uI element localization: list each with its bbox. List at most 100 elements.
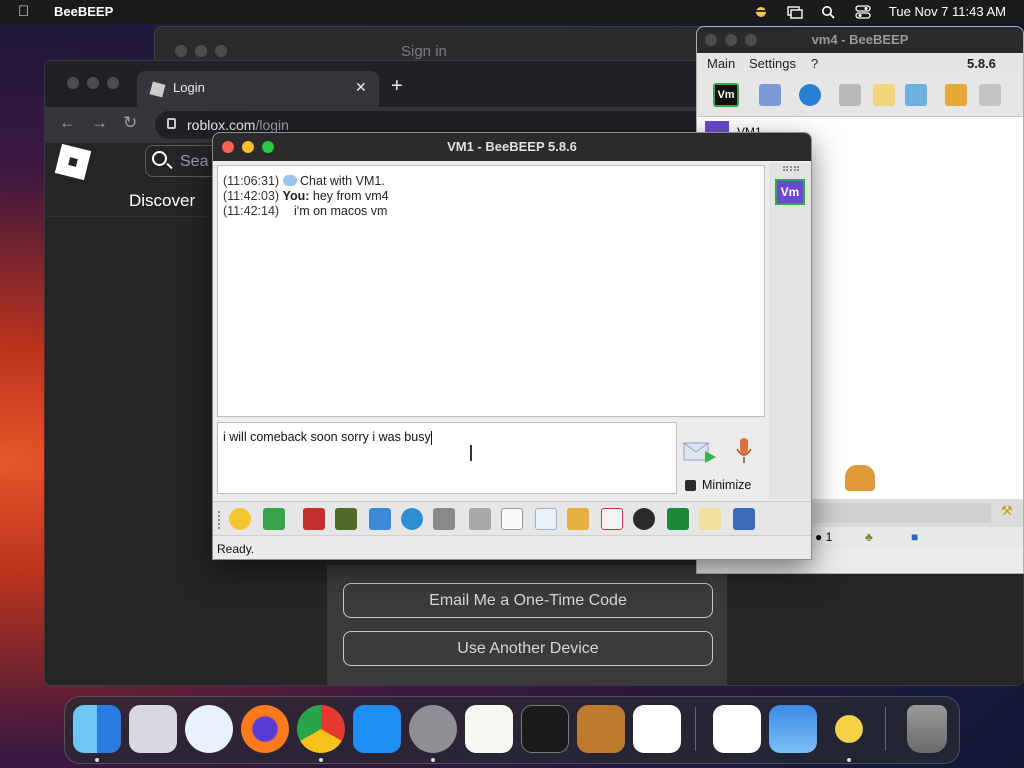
close-icon[interactable] bbox=[67, 77, 79, 89]
users-group-icon bbox=[845, 465, 875, 491]
member-avatar[interactable]: Vm bbox=[775, 179, 805, 205]
font-icon[interactable] bbox=[303, 508, 325, 530]
panel-handle[interactable] bbox=[783, 166, 799, 171]
menu-help[interactable]: ? bbox=[811, 56, 818, 71]
active-app-name[interactable]: BeeBEEP bbox=[54, 4, 113, 19]
running-indicator bbox=[847, 758, 851, 762]
weather-icon[interactable] bbox=[769, 705, 817, 753]
vscode-icon[interactable] bbox=[633, 705, 681, 753]
plugins-icon[interactable] bbox=[905, 84, 927, 106]
minimize-checkbox[interactable]: Minimize bbox=[685, 478, 751, 492]
spotlight-search-icon[interactable] bbox=[821, 5, 837, 19]
shared-box-icon[interactable] bbox=[667, 508, 689, 530]
launchpad-icon[interactable] bbox=[129, 705, 177, 753]
log-icon[interactable]: ■ bbox=[911, 530, 918, 544]
terminal-icon[interactable] bbox=[521, 705, 569, 753]
trash-icon[interactable] bbox=[907, 705, 947, 753]
apple-menu-icon[interactable]:  bbox=[18, 3, 29, 20]
send-file-icon[interactable] bbox=[263, 508, 285, 530]
close-icon[interactable] bbox=[175, 45, 187, 57]
clear-filter-icon[interactable]: ⚒ bbox=[1001, 503, 1013, 519]
running-indicator bbox=[431, 758, 435, 762]
chat-toolbar bbox=[213, 501, 811, 535]
screen-mirroring-icon[interactable] bbox=[787, 5, 803, 19]
lock-icon[interactable] bbox=[167, 118, 176, 129]
detach-chat-icon[interactable] bbox=[733, 508, 755, 530]
beebeep-status-icon[interactable] bbox=[753, 5, 769, 19]
control-center-icon[interactable] bbox=[855, 4, 871, 19]
window-title: vm4 - BeeBEEP bbox=[811, 32, 909, 47]
spellcheck-icon[interactable] bbox=[433, 508, 455, 530]
trash-icon[interactable] bbox=[979, 84, 1001, 106]
system-settings-icon[interactable] bbox=[409, 705, 457, 753]
beebeep-chat-window: VM1 - BeeBEEP 5.8.6 (11:06:31) Chat with… bbox=[212, 132, 812, 560]
word-complete-icon[interactable] bbox=[469, 508, 491, 530]
groups-icon[interactable]: ♣ bbox=[865, 530, 873, 544]
open-folder-icon[interactable] bbox=[567, 508, 589, 530]
roblox-logo-icon[interactable] bbox=[54, 143, 92, 181]
new-tab-icon[interactable]: + bbox=[391, 75, 403, 98]
user-status-icon[interactable]: Vm bbox=[713, 83, 739, 107]
macos-dock bbox=[64, 696, 960, 764]
folder-icon[interactable] bbox=[839, 84, 861, 106]
forward-icon[interactable]: → bbox=[91, 113, 108, 133]
beebeep-icon[interactable] bbox=[825, 705, 873, 753]
message-icon[interactable] bbox=[873, 84, 895, 106]
edit-profile-icon[interactable] bbox=[759, 84, 781, 106]
message-text: hey from vm4 bbox=[312, 189, 389, 203]
toolbar-grip[interactable] bbox=[218, 511, 222, 529]
app-menubar: Main Settings ? 5.8.6 bbox=[697, 53, 1023, 75]
close-tab-icon[interactable]: ✕ bbox=[355, 79, 367, 96]
message-input[interactable]: i will comeback soon sorry i was busy bbox=[217, 422, 677, 494]
address-url[interactable]: roblox.com/login bbox=[187, 117, 289, 133]
message-time: (11:06:31) bbox=[223, 174, 280, 188]
zoom-icon[interactable] bbox=[107, 77, 119, 89]
reload-icon[interactable]: ↻ bbox=[123, 113, 137, 133]
menubar-clock[interactable]: Tue Nov 7 11:43 AM bbox=[889, 4, 1006, 19]
search-placeholder: Sea bbox=[180, 153, 209, 170]
clear-icon[interactable] bbox=[501, 508, 523, 530]
zoom-icon[interactable] bbox=[215, 45, 227, 57]
login-options-card: Email Me a One-Time Code Use Another Dev… bbox=[327, 565, 727, 685]
garageband-icon[interactable] bbox=[577, 705, 625, 753]
minimize-icon[interactable] bbox=[87, 77, 99, 89]
visual-studio-icon[interactable] bbox=[713, 705, 761, 753]
filter-input[interactable] bbox=[813, 503, 991, 523]
menu-settings[interactable]: Settings bbox=[749, 56, 796, 71]
firefox-icon[interactable] bbox=[241, 705, 289, 753]
safari-icon[interactable] bbox=[185, 705, 233, 753]
settings-gear-icon[interactable] bbox=[401, 508, 423, 530]
filter-icon[interactable] bbox=[369, 508, 391, 530]
app-store-icon[interactable] bbox=[353, 705, 401, 753]
tab-login[interactable]: Login ✕ bbox=[137, 71, 379, 107]
checkbox-box[interactable] bbox=[685, 479, 696, 491]
save-chat-icon[interactable] bbox=[535, 508, 557, 530]
text-caret bbox=[430, 430, 432, 445]
notes-icon[interactable] bbox=[699, 508, 721, 530]
textedit-icon[interactable] bbox=[465, 705, 513, 753]
email-code-button[interactable]: Email Me a One-Time Code bbox=[343, 583, 713, 618]
window-controls bbox=[67, 77, 119, 89]
chrome-icon[interactable] bbox=[297, 705, 345, 753]
minimize-icon[interactable] bbox=[195, 45, 207, 57]
menu-main[interactable]: Main bbox=[707, 56, 735, 71]
font-color-icon[interactable] bbox=[335, 508, 357, 530]
network-icon[interactable] bbox=[799, 84, 821, 106]
finder-icon[interactable] bbox=[73, 705, 121, 753]
file-share-icon[interactable] bbox=[945, 84, 967, 106]
back-icon[interactable]: ← bbox=[59, 113, 76, 133]
message-input-text[interactable]: i will comeback soon sorry i was busy bbox=[223, 430, 432, 445]
chat-message: (11:06:31) Chat with VM1. bbox=[223, 174, 385, 188]
macos-menubar:  BeeBEEP Tue Nov 7 11:43 AM bbox=[0, 0, 1024, 24]
use-another-device-button[interactable]: Use Another Device bbox=[343, 631, 713, 666]
screenshot-icon[interactable] bbox=[633, 508, 655, 530]
window-controls bbox=[175, 45, 227, 57]
emoticon-icon[interactable] bbox=[229, 508, 251, 530]
nav-discover[interactable]: Discover bbox=[129, 191, 195, 211]
microphone-icon[interactable] bbox=[735, 437, 753, 465]
send-message-icon[interactable] bbox=[683, 439, 717, 465]
html-icon[interactable] bbox=[601, 508, 623, 530]
message-time: (11:42:03) bbox=[223, 189, 280, 203]
message-text: Chat with VM1. bbox=[300, 174, 385, 188]
menubar-status-area: Tue Nov 7 11:43 AM bbox=[753, 4, 1006, 19]
